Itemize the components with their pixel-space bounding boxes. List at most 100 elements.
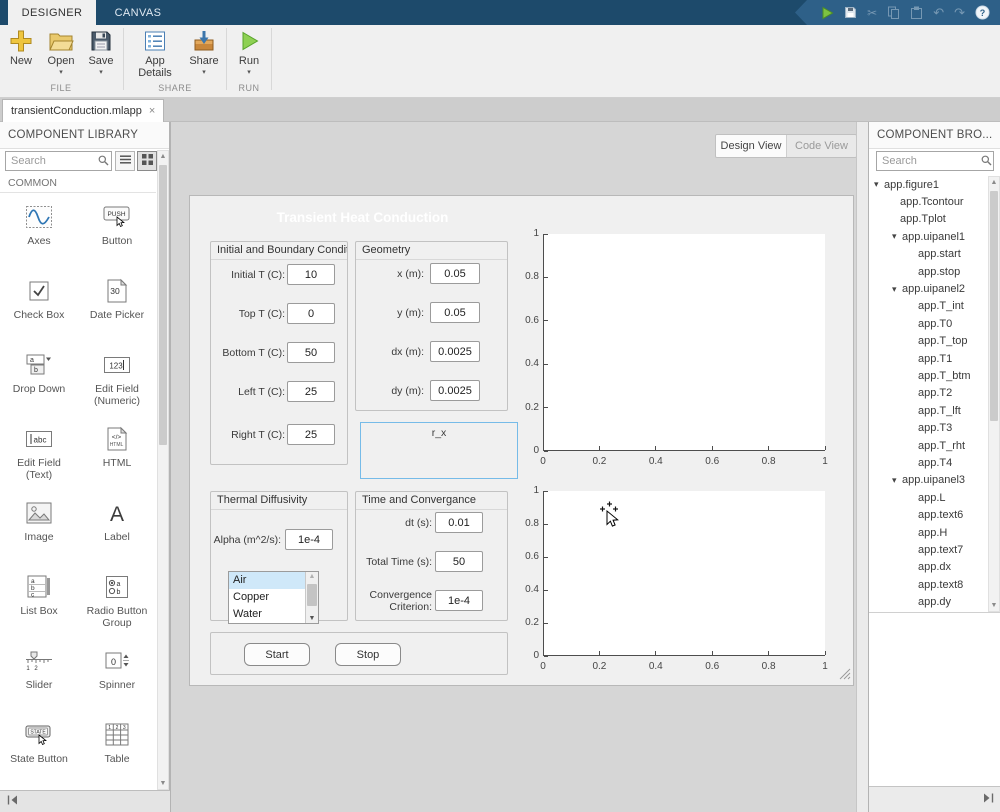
tree-expand-icon[interactable]: ▾ <box>892 231 902 242</box>
document-tab[interactable]: transientConduction.mlapp × <box>2 99 164 122</box>
edit-field-total-time-s[interactable]: 50 <box>435 551 483 572</box>
list-box-item-water[interactable]: Water <box>229 606 305 623</box>
stop-button[interactable]: Stop <box>335 643 401 666</box>
tree-item-app-t2[interactable]: app.T2 <box>870 385 988 402</box>
list-box-scrollbar[interactable]: ▲ ▼ <box>305 572 318 623</box>
tab-designer[interactable]: DESIGNER <box>8 0 96 25</box>
panel-geometry[interactable]: Geometry x (m):0.05y (m):0.05dx (m):0.00… <box>355 241 508 411</box>
edit-field-dt-s[interactable]: 0.01 <box>435 512 483 533</box>
qab-paste-icon[interactable] <box>910 6 923 19</box>
library-item-radio-button-group[interactable]: abRadio Button Group <box>78 566 156 640</box>
panel-initial-boundary-conditions[interactable]: Initial and Boundary Conditions Initial … <box>210 241 348 465</box>
library-search-input[interactable] <box>5 151 112 171</box>
tree-item-app-uipanel2[interactable]: ▾app.uipanel2 <box>870 280 988 297</box>
resize-grip-icon[interactable] <box>839 668 851 683</box>
qab-copy-icon[interactable] <box>887 6 900 19</box>
edit-field-bottom-t-c[interactable]: 50 <box>287 342 335 363</box>
close-icon[interactable]: × <box>149 105 155 117</box>
tree-item-app-stop[interactable]: app.stop <box>870 263 988 280</box>
tree-expand-icon[interactable]: ▾ <box>874 179 884 190</box>
scrollbar-thumb[interactable] <box>159 165 167 445</box>
ribbon-button-new[interactable]: New <box>6 27 36 67</box>
library-item-state-button[interactable]: STATEState Button <box>0 714 78 788</box>
edit-field-convergence-criterion[interactable]: 1e-4 <box>435 590 483 611</box>
edit-field-dy-m[interactable]: 0.0025 <box>430 380 480 401</box>
canvas-scrollbar[interactable] <box>856 122 868 812</box>
qab-cut-icon[interactable]: ✂ <box>867 6 877 20</box>
ribbon-button-share[interactable]: Share▾ <box>189 27 219 77</box>
tree-item-app-t1[interactable]: app.T1 <box>870 350 988 367</box>
tree-item-app-h[interactable]: app.H <box>870 524 988 541</box>
library-scrollbar[interactable]: ▲ ▼ <box>157 150 169 790</box>
panel-time-convergence[interactable]: Time and Convergance dt (s):0.01Total Ti… <box>355 491 508 621</box>
scroll-up-icon[interactable]: ▲ <box>158 153 168 160</box>
material-list-box[interactable]: AirCopperWater ▲ ▼ <box>228 571 319 624</box>
code-view-button[interactable]: Code View <box>786 135 856 157</box>
library-item-button[interactable]: PUSHButton <box>78 196 156 270</box>
library-item-label[interactable]: ALabel <box>78 492 156 566</box>
tree-item-app-t-rht[interactable]: app.T_rht <box>870 437 988 454</box>
scroll-down-icon[interactable]: ▼ <box>989 602 999 609</box>
qab-run-icon[interactable] <box>820 6 834 20</box>
library-item-list-box[interactable]: abcList Box <box>0 566 78 640</box>
tree-item-app-t-int[interactable]: app.T_int <box>870 298 988 315</box>
design-view-button[interactable]: Design View <box>716 135 786 157</box>
app-figure-canvas[interactable]: Transient Heat Conduction Initial and Bo… <box>189 195 854 686</box>
library-item-table[interactable]: 123Table <box>78 714 156 788</box>
tree-item-app-uipanel3[interactable]: ▾app.uipanel3 <box>870 472 988 489</box>
tree-item-app-l[interactable]: app.L <box>870 489 988 506</box>
tree-expand-icon[interactable]: ▾ <box>892 475 902 486</box>
tree-item-app-text6[interactable]: app.text6 <box>870 506 988 523</box>
qab-redo-icon[interactable]: ↷ <box>954 5 965 21</box>
panel-thermal-diffusivity[interactable]: Thermal Diffusivity Alpha (m^2/s): 1e-4 … <box>210 491 348 621</box>
scrollbar-thumb[interactable] <box>990 191 998 421</box>
tree-item-app-t-lft[interactable]: app.T_lft <box>870 402 988 419</box>
tree-item-app-t-btm[interactable]: app.T_btm <box>870 367 988 384</box>
scroll-down-icon[interactable]: ▼ <box>158 780 168 787</box>
tree-item-app-t3[interactable]: app.T3 <box>870 419 988 436</box>
qab-undo-icon[interactable]: ↶ <box>933 5 944 21</box>
edit-field-y-m[interactable]: 0.05 <box>430 302 480 323</box>
browser-collapse-bar[interactable] <box>869 786 1000 812</box>
ribbon-button-save[interactable]: Save▾ <box>86 27 116 77</box>
list-box-item-air[interactable]: Air <box>229 572 305 589</box>
scroll-down-icon[interactable]: ▼ <box>306 615 318 622</box>
grid-view-button[interactable] <box>137 151 157 171</box>
tree-item-app-start[interactable]: app.start <box>870 246 988 263</box>
browser-search-input[interactable] <box>876 151 994 171</box>
selected-label-rx[interactable]: r_x <box>360 422 518 479</box>
library-item-date-picker[interactable]: 30Date Picker <box>78 270 156 344</box>
ribbon-button-run[interactable]: Run▾ <box>234 27 264 77</box>
panel-run-buttons[interactable]: Start Stop <box>210 632 508 675</box>
edit-field-left-t-c[interactable]: 25 <box>287 381 335 402</box>
alpha-edit-field[interactable]: 1e-4 <box>285 529 333 550</box>
library-item-check-box[interactable]: Check Box <box>0 270 78 344</box>
scroll-up-icon[interactable]: ▲ <box>989 179 999 186</box>
tree-expand-icon[interactable]: ▾ <box>892 284 902 295</box>
tree-item-app-dx[interactable]: app.dx <box>870 559 988 576</box>
library-item-edit-field-numeric[interactable]: 123Edit Field (Numeric) <box>78 344 156 418</box>
tree-item-app-t4[interactable]: app.T4 <box>870 454 988 471</box>
edit-field-top-t-c[interactable]: 0 <box>287 303 335 324</box>
tab-canvas[interactable]: CANVAS <box>96 0 180 25</box>
app-title-banner[interactable]: Transient Heat Conduction <box>231 204 494 231</box>
tree-item-app-t0[interactable]: app.T0 <box>870 315 988 332</box>
library-item-image[interactable]: Image <box>0 492 78 566</box>
ribbon-button-app-details[interactable]: App Details <box>131 27 179 79</box>
library-item-spinner[interactable]: 0Spinner <box>78 640 156 714</box>
ribbon-button-open[interactable]: Open▾ <box>46 27 76 77</box>
tree-item-app-text8[interactable]: app.text8 <box>870 576 988 593</box>
tree-item-app-t-top[interactable]: app.T_top <box>870 333 988 350</box>
library-item-edit-field-text[interactable]: abcEdit Field (Text) <box>0 418 78 492</box>
edit-field-initial-t-c[interactable]: 10 <box>287 264 335 285</box>
library-item-axes[interactable]: Axes <box>0 196 78 270</box>
library-item-drop-down[interactable]: abDrop Down <box>0 344 78 418</box>
axes-tplot[interactable]: 00.20.40.60.8110.80.60.40.20 <box>515 483 855 683</box>
edit-field-dx-m[interactable]: 0.0025 <box>430 341 480 362</box>
tree-item-app-uipanel1[interactable]: ▾app.uipanel1 <box>870 228 988 245</box>
scrollbar-thumb[interactable] <box>307 584 317 606</box>
edit-field-x-m[interactable]: 0.05 <box>430 263 480 284</box>
tree-item-app-figure1[interactable]: ▾app.figure1 <box>870 176 988 193</box>
qab-help-icon[interactable]: ? <box>975 5 990 20</box>
library-item-slider[interactable]: 12Slider <box>0 640 78 714</box>
